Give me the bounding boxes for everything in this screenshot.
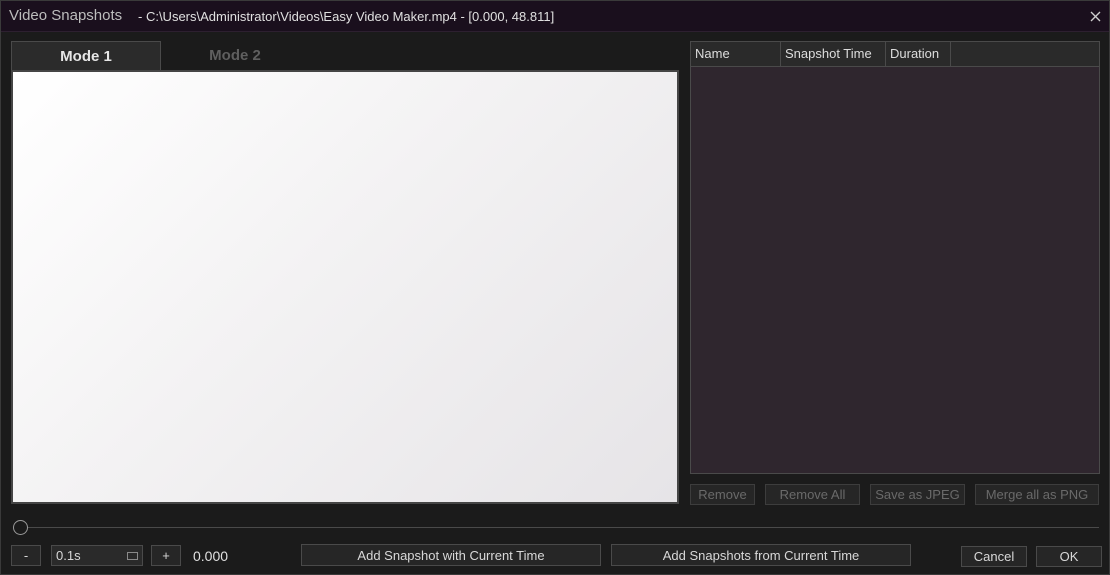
decrease-step-button[interactable]: - [11, 545, 41, 566]
video-preview [11, 70, 679, 504]
ok-button[interactable]: OK [1036, 546, 1102, 567]
tab-mode-2[interactable]: Mode 2 [161, 41, 309, 70]
current-time-readout: 0.000 [193, 548, 229, 564]
time-slider-track[interactable] [20, 527, 1099, 528]
column-name[interactable]: Name [691, 42, 781, 66]
list-header: Name Snapshot Time Duration [691, 42, 1099, 67]
close-icon [1090, 11, 1100, 21]
remove-all-button[interactable]: Remove All [765, 484, 860, 505]
snapshot-list[interactable]: Name Snapshot Time Duration [690, 41, 1100, 474]
merge-all-as-png-button[interactable]: Merge all as PNG [975, 484, 1099, 505]
save-as-jpeg-button[interactable]: Save as JPEG [870, 484, 965, 505]
title-bar: Video Snapshots - C:\Users\Administrator… [1, 1, 1109, 32]
mode-tabs: Mode 1 Mode 2 [11, 41, 679, 71]
time-slider-knob[interactable] [13, 520, 28, 535]
close-button[interactable] [1085, 6, 1105, 26]
window-title: Video Snapshots [9, 7, 123, 24]
step-interval-value: 0.1s [56, 548, 81, 563]
cancel-button[interactable]: Cancel [961, 546, 1027, 567]
spin-icon [127, 552, 138, 560]
file-path: - C:\Users\Administrator\Videos\Easy Vid… [138, 9, 555, 24]
column-snapshot-time[interactable]: Snapshot Time [781, 42, 886, 66]
add-snapshot-button[interactable]: Add Snapshot with Current Time [301, 544, 601, 566]
video-snapshots-window: Video Snapshots - C:\Users\Administrator… [0, 0, 1110, 575]
step-interval-input[interactable]: 0.1s [51, 545, 143, 566]
tab-mode-1[interactable]: Mode 1 [11, 41, 161, 71]
add-snapshots-button[interactable]: Add Snapshots from Current Time [611, 544, 911, 566]
remove-button[interactable]: Remove [690, 484, 755, 505]
increase-step-button[interactable]: + [151, 545, 181, 566]
column-duration[interactable]: Duration [886, 42, 951, 66]
